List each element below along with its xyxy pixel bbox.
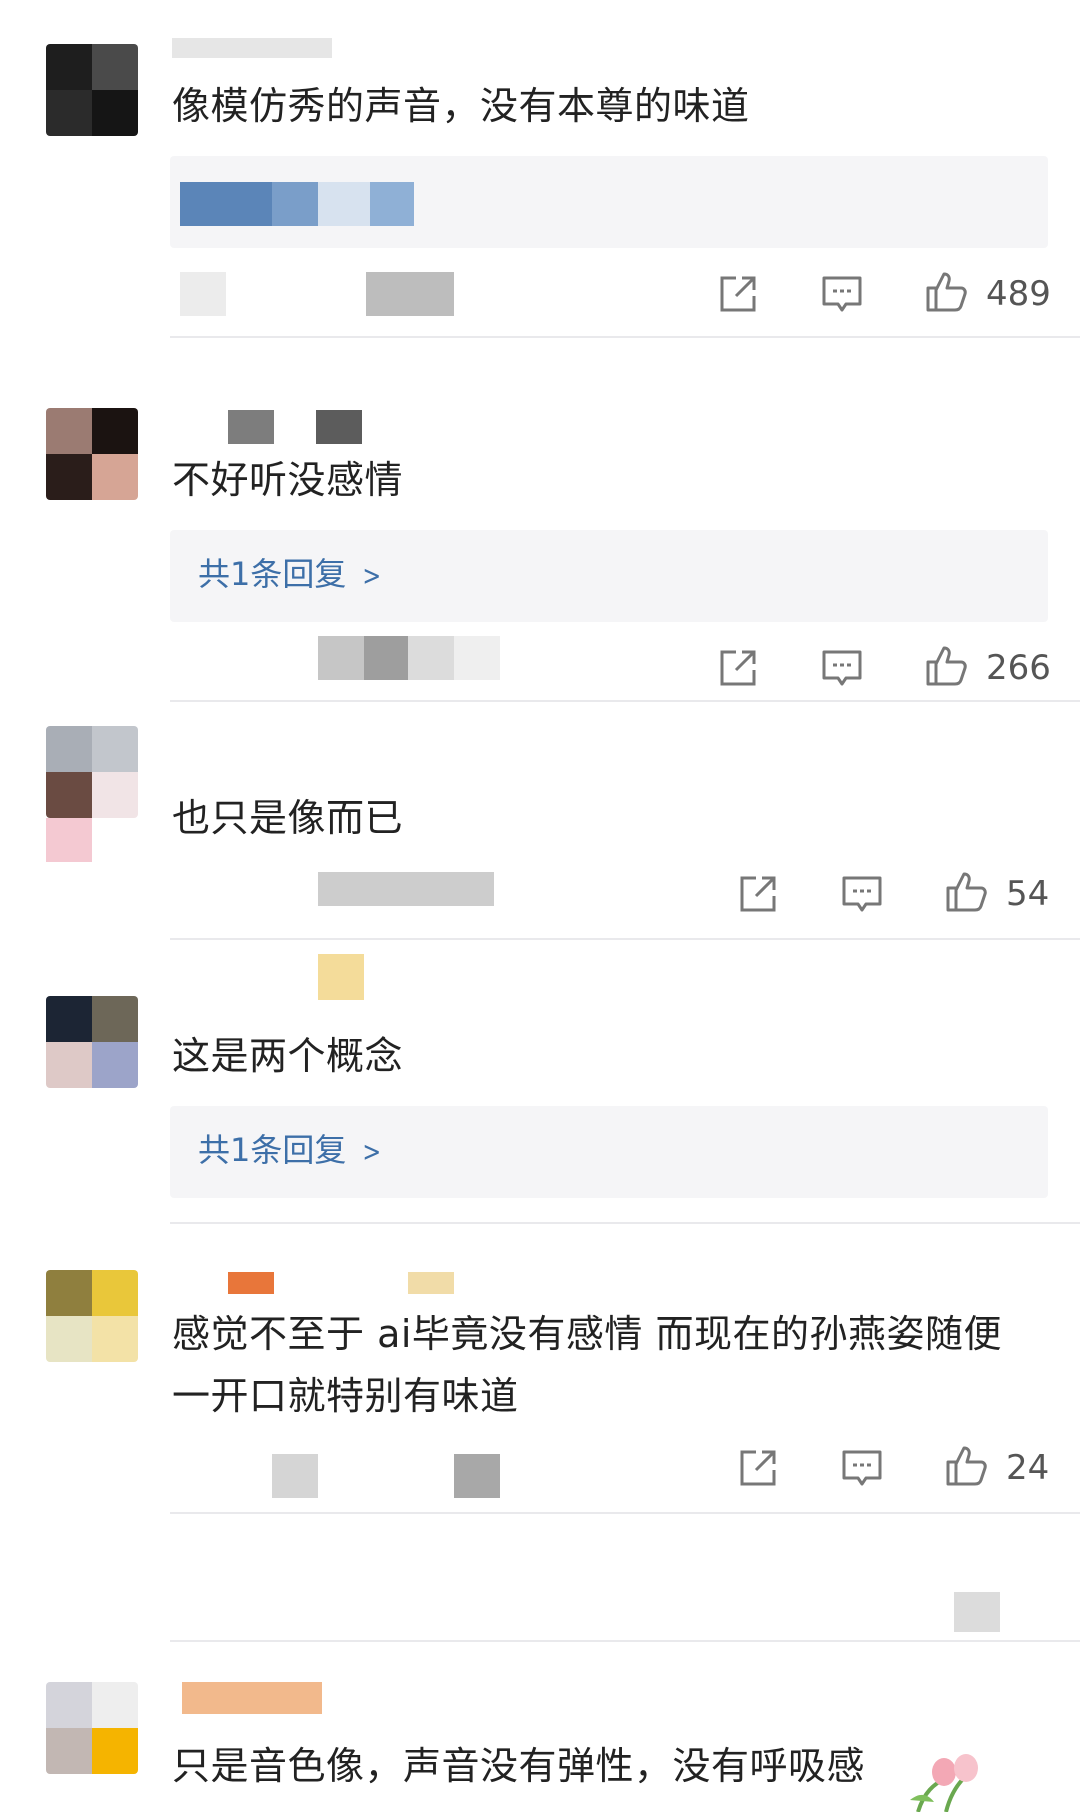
thumbs-up-icon[interactable] — [924, 644, 968, 688]
like-count: 266 — [986, 648, 1051, 688]
like-count: 489 — [986, 274, 1051, 314]
chevron-right-icon: > — [362, 559, 382, 592]
avatar[interactable] — [46, 1682, 138, 1774]
thumbs-up-icon[interactable] — [944, 1444, 988, 1488]
reply-count-label: 共1条回复 — [198, 1131, 347, 1169]
comment-text-line-2: 一开口就特别有味道 — [172, 1374, 519, 1418]
reply-box[interactable]: 共1条回复 > — [170, 1106, 1048, 1198]
comment-text: 这是两个概念 — [172, 1034, 404, 1078]
comment-icon[interactable] — [820, 272, 864, 316]
comment-icon[interactable] — [840, 872, 884, 916]
share-icon[interactable] — [736, 1446, 780, 1490]
reply-box[interactable]: 共1条回复 > — [170, 530, 1048, 622]
username-redacted[interactable] — [182, 1682, 322, 1714]
avatar[interactable] — [46, 44, 138, 136]
divider — [170, 1222, 1080, 1224]
share-icon[interactable] — [716, 272, 760, 316]
comment-text-line-1: 感觉不至于 ai毕竟没有感情 而现在的孙燕姿随便 — [172, 1312, 1003, 1356]
like-count: 24 — [1006, 1448, 1050, 1488]
username-redacted[interactable] — [228, 1272, 274, 1294]
divider — [170, 336, 1080, 338]
avatar[interactable] — [46, 408, 138, 500]
meta-redacted — [318, 636, 364, 680]
divider — [170, 938, 1080, 940]
comment-text: 只是音色像，声音没有弹性，没有呼吸感 — [172, 1744, 866, 1788]
divider — [170, 1640, 1080, 1642]
username-redacted[interactable] — [172, 38, 332, 58]
reply-count-label: 共1条回复 — [198, 555, 347, 593]
divider — [170, 1512, 1080, 1514]
comment-icon[interactable] — [820, 646, 864, 690]
thumbs-up-icon[interactable] — [924, 270, 968, 314]
reply-box[interactable] — [170, 156, 1048, 248]
username-redacted[interactable] — [318, 954, 364, 1000]
avatar[interactable] — [46, 996, 138, 1088]
meta-redacted — [272, 1454, 318, 1498]
meta-redacted — [180, 272, 226, 316]
tulip-sticker-icon — [904, 1742, 990, 1816]
redacted-block — [954, 1592, 1000, 1632]
username-redacted[interactable] — [228, 410, 274, 444]
reply-link-redacted[interactable] — [180, 182, 272, 226]
chevron-right-icon: > — [362, 1135, 382, 1168]
comment-icon[interactable] — [840, 1446, 884, 1490]
share-icon[interactable] — [736, 872, 780, 916]
comment-text: 也只是像而已 — [172, 796, 404, 840]
meta-redacted — [318, 872, 494, 906]
thumbs-up-icon[interactable] — [944, 870, 988, 914]
comment-text: 不好听没感情 — [172, 458, 404, 502]
comment-text: 像模仿秀的声音，没有本尊的味道 — [172, 84, 750, 128]
like-count: 54 — [1006, 874, 1050, 914]
reply-count-link[interactable]: 共1条回复 > — [198, 554, 384, 596]
divider — [170, 700, 1080, 702]
avatar[interactable] — [46, 1270, 138, 1362]
avatar[interactable] — [46, 726, 138, 818]
reply-count-link[interactable]: 共1条回复 > — [198, 1130, 384, 1172]
share-icon[interactable] — [716, 646, 760, 690]
